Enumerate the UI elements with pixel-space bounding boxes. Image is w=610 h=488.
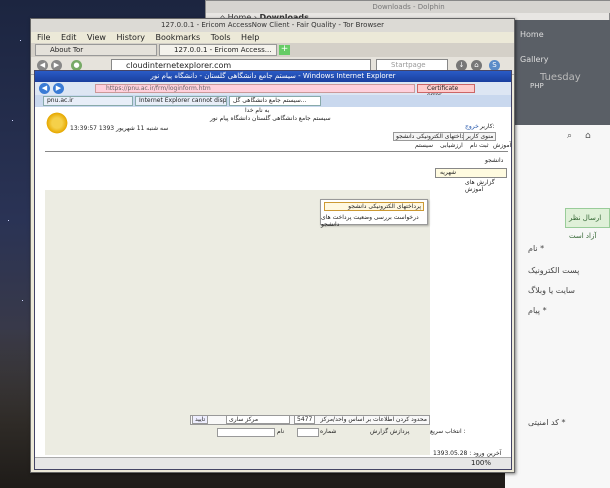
center-code-input[interactable]: 5477 (294, 415, 316, 424)
center-name-field: مرکز ساری (226, 415, 290, 424)
toolbar-system[interactable]: سیستم (415, 142, 433, 149)
university-logo (45, 111, 69, 135)
ie-status-bar: 100% (35, 457, 511, 469)
toolbar-education[interactable]: آموزش (493, 142, 511, 149)
ie-title: سیستم جامع دانشگاهی گلستان - دانشگاه پیا… (35, 71, 511, 82)
divider (45, 151, 508, 152)
submenu-dropdown: پرداختهای الکترونیکی دانشجو درخواست بررس… (320, 199, 428, 228)
menu-tools[interactable]: Tools (211, 33, 231, 42)
header-system-name: سیستم جامع دانشگاهی گلستان دانشگاه پیام … (210, 115, 331, 122)
breadcrumb-user-menu[interactable]: منوی کاربر (463, 132, 497, 141)
datetime: 13:39:57 سه شنبه 11 شهریور 1393 (70, 125, 169, 132)
side-reports[interactable]: گزارش های آموزش (465, 179, 511, 193)
ie-tab-error[interactable]: Internet Explorer cannot displa... (135, 96, 227, 106)
name-label: نام * (528, 244, 545, 253)
window-title: 127.0.0.1 - Ericom AccessNow Client - Fa… (31, 19, 514, 32)
menu-payment-status[interactable]: درخواست بررسی وضعیت پرداخت های دانشجو (321, 214, 424, 228)
menu-bar: File Edit View History Bookmarks Tools H… (31, 32, 514, 43)
menu-history[interactable]: History (117, 33, 145, 42)
breadcrumb-current[interactable]: پرداختهای الکترونیکی دانشجو (393, 132, 472, 141)
menu-bookmarks[interactable]: Bookmarks (156, 33, 201, 42)
tab-ericom[interactable]: 127.0.0.1 - Ericom Access... (159, 44, 277, 56)
certificate-error-badge[interactable]: Certificate error (417, 84, 475, 99)
website-label: سایت یا وبلاگ (528, 286, 575, 295)
home-icon[interactable]: ⌂ (585, 131, 591, 141)
page-content: به نام خدا سیستم جامع دانشگاهی گلستان دا… (35, 107, 511, 464)
ie-tab-strip: pnu.ac.ir Internet Explorer cannot displ… (35, 95, 511, 107)
dolphin-title: Downloads - Dolphin (206, 1, 610, 13)
tab-strip: About Tor 127.0.0.1 - Ericom Access... + (31, 43, 514, 57)
search-icon[interactable]: ⌕ (567, 131, 572, 141)
ie-url-input[interactable]: https://pnu.ac.ir/frm/loginform.htm (95, 84, 415, 93)
ie-tab-golestan[interactable]: سیستم جامع دانشگاهی گل... (229, 96, 321, 106)
toolbar-registration[interactable]: ثبت نام (470, 142, 489, 149)
user-label: کاربر: (480, 123, 495, 130)
side-tuition[interactable]: شهریه (435, 168, 507, 178)
new-tab-icon[interactable]: + (279, 45, 290, 55)
day-label: Tuesday (540, 72, 581, 83)
ok-button[interactable]: تایید (192, 415, 209, 424)
number-input[interactable] (297, 428, 319, 437)
filter-label: محدود کردن اطلاعات بر اساس واحد/مرکز (320, 416, 427, 423)
nav-gallery[interactable]: Gallery (520, 55, 549, 64)
forward-icon[interactable]: ▶ (53, 83, 64, 94)
name-input[interactable] (217, 428, 275, 437)
tab-about-tor[interactable]: About Tor (35, 44, 157, 56)
radio-process[interactable]: پردازش (390, 428, 410, 435)
side-student[interactable]: دانشجو (485, 157, 503, 164)
ie-address-bar: ◀ ▶ https://pnu.ac.ir/frm/loginform.htm … (35, 82, 511, 99)
quick-select-label: انتخاب سریع : (430, 428, 466, 435)
nav-home[interactable]: Home (520, 30, 544, 39)
zoom-level[interactable]: 100% (471, 458, 491, 469)
header-bismillah: به نام خدا (245, 107, 270, 114)
php-label: PHP (530, 82, 544, 90)
exit-link[interactable]: خروج (465, 123, 479, 130)
menu-help[interactable]: Help (241, 33, 259, 42)
ie-tab-pnu[interactable]: pnu.ac.ir (43, 96, 133, 106)
back-icon[interactable]: ◀ (39, 83, 50, 94)
message-label: پیام * (528, 306, 547, 315)
filter-row: محدود کردن اطلاعات بر اساس واحد/مرکز 547… (190, 415, 430, 425)
captcha-label: کد امنیتی * (528, 418, 566, 427)
email-label: پست الکترونیک (528, 266, 580, 275)
menu-electronic-payments[interactable]: پرداختهای الکترونیکی دانشجو (324, 202, 424, 211)
menu-view[interactable]: View (87, 33, 106, 42)
menu-edit[interactable]: Edit (61, 33, 77, 42)
menu-file[interactable]: File (37, 33, 50, 42)
radio-report[interactable]: گزارش (370, 428, 388, 435)
toolbar-evaluation[interactable]: ارزشیابی (440, 142, 463, 149)
number-label: شماره (320, 428, 337, 435)
comment-notice: ارسال نظر آزاد است (565, 208, 610, 240)
name-label: نام (277, 428, 285, 435)
site-header-banner: Home Gallery Tuesday PHP (505, 20, 610, 125)
ie-window: سیستم جامع دانشگاهی گلستان - دانشگاه پیا… (34, 70, 512, 470)
